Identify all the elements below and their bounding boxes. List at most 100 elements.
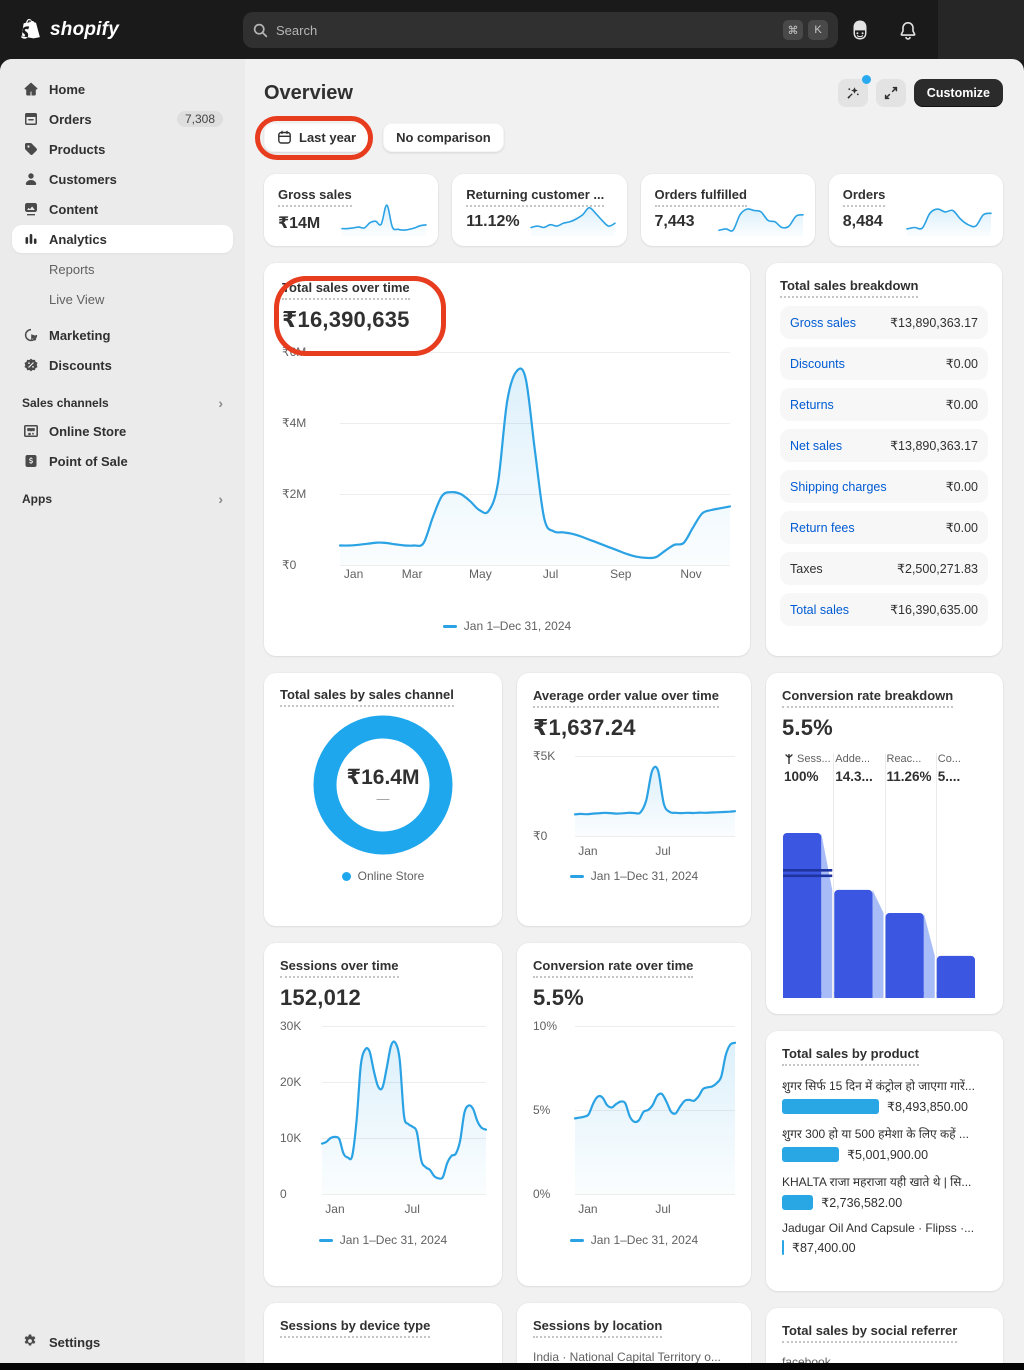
sidebar-item-label: Home bbox=[49, 81, 86, 97]
legend-line-marker bbox=[442, 624, 457, 628]
sidebar-item-point-of-sale[interactable]: Point of Sale bbox=[12, 447, 233, 475]
x-axis-labels: Jan Jul bbox=[325, 1202, 420, 1217]
sidebar-item-label: Marketing bbox=[49, 327, 111, 343]
sidebar-section-apps[interactable]: Apps › bbox=[22, 491, 223, 507]
sidebar-item-customers[interactable]: Customers bbox=[12, 165, 233, 193]
chart-title[interactable]: Total sales by product bbox=[782, 1046, 920, 1067]
product-bar bbox=[782, 1147, 840, 1163]
admin-frame: Home Orders 7,308 Products Customers Con… bbox=[0, 59, 1024, 1370]
store-switcher-area[interactable] bbox=[938, 0, 1024, 60]
content-icon bbox=[22, 200, 40, 218]
breakdown-link[interactable]: Shipping charges bbox=[790, 480, 887, 494]
legend-line-marker bbox=[569, 1238, 584, 1242]
breakdown-link[interactable]: Total sales bbox=[790, 603, 849, 617]
sidebar-item-marketing[interactable]: Marketing bbox=[12, 321, 233, 349]
insights-button[interactable] bbox=[837, 75, 871, 107]
section-label: Apps bbox=[22, 492, 52, 506]
conversion-funnel-chart: Sess... 100% Adde... 14.3... Reac... 11.… bbox=[782, 753, 987, 999]
legend-line-marker bbox=[318, 1238, 333, 1242]
sidebar-section-sales-channels[interactable]: Sales channels › bbox=[22, 395, 223, 411]
breakdown-link[interactable]: Net sales bbox=[790, 439, 842, 453]
home-icon bbox=[22, 80, 40, 98]
shopify-logo[interactable]: shopify bbox=[20, 17, 119, 44]
orders-count-badge: 7,308 bbox=[176, 111, 223, 127]
legend-label: Jan 1–Dec 31, 2024 bbox=[339, 1233, 448, 1248]
marketing-icon bbox=[22, 326, 40, 344]
conversion-rate-breakdown-card: Conversion rate breakdown 5.5% Sess... 1… bbox=[766, 673, 1003, 1014]
shopify-wordmark: shopify bbox=[50, 19, 119, 40]
breakdown-row: Shipping charges ₹0.00 bbox=[780, 470, 988, 504]
sidebar-item-orders[interactable]: Orders 7,308 bbox=[12, 105, 233, 133]
chart-title[interactable]: Sessions by device type bbox=[280, 1318, 431, 1339]
sidebar-item-live-view[interactable]: Live View bbox=[12, 285, 233, 313]
sidebar-item-label: Content bbox=[49, 201, 99, 217]
chart-title[interactable]: Conversion rate over time bbox=[533, 958, 694, 979]
conversion-breakdown-value: 5.5% bbox=[782, 715, 833, 741]
search-input[interactable]: Search ⌘ K bbox=[243, 12, 838, 48]
chart-title[interactable]: Total sales breakdown bbox=[780, 278, 919, 299]
channel-legend: Online Store bbox=[341, 869, 425, 884]
funnel-split-icon bbox=[784, 753, 794, 765]
y-axis-tick: ₹6M bbox=[282, 345, 307, 360]
sidebar-item-label: Reports bbox=[49, 261, 95, 277]
breakdown-link[interactable]: Return fees bbox=[790, 521, 855, 535]
chart-title[interactable]: Total sales over time bbox=[282, 280, 410, 301]
expand-button[interactable] bbox=[875, 79, 906, 107]
orders-sparkline bbox=[906, 202, 992, 236]
chart-title[interactable]: Total sales by sales channel bbox=[280, 687, 454, 708]
k-key-hint: K bbox=[808, 20, 828, 40]
chart-title[interactable]: Conversion rate breakdown bbox=[782, 688, 954, 709]
conversion-rate-line-chart bbox=[573, 1026, 737, 1195]
breakdown-link[interactable]: Discounts bbox=[790, 357, 845, 371]
chart-title[interactable]: Sessions by location bbox=[533, 1318, 663, 1339]
comparison-button[interactable]: No comparison bbox=[383, 123, 504, 152]
legend-label: Jan 1–Dec 31, 2024 bbox=[463, 619, 572, 634]
person-icon bbox=[22, 170, 40, 188]
sidebar-item-label: Live View bbox=[49, 291, 105, 307]
product-bar bbox=[782, 1240, 784, 1256]
customize-button[interactable]: Customize bbox=[913, 79, 1003, 107]
chevron-right-icon: › bbox=[218, 395, 223, 411]
metric-card-orders-fulfilled[interactable]: Orders fulfilled 7,443 bbox=[640, 174, 815, 246]
cmd-key-hint: ⌘ bbox=[783, 20, 803, 40]
breakdown-label: Taxes bbox=[790, 561, 823, 576]
sidebar-item-analytics[interactable]: Analytics bbox=[12, 225, 233, 253]
sidebar-item-label: Online Store bbox=[49, 423, 127, 439]
chart-title[interactable]: Total sales by social referrer bbox=[782, 1323, 958, 1344]
metric-title: Orders bbox=[842, 187, 886, 208]
sidebar-item-discounts[interactable]: Discounts bbox=[12, 351, 233, 379]
sessions-over-time-card: Sessions over time 152,012 30K 20K 10K 0 bbox=[264, 943, 502, 1286]
sales-by-product-card: Total sales by product शुगर सिर्फ 15 दिन… bbox=[766, 1031, 1003, 1291]
notifications-bell-icon[interactable] bbox=[898, 20, 918, 41]
sidebar-item-reports[interactable]: Reports bbox=[12, 255, 233, 283]
sidebar-item-products[interactable]: Products bbox=[12, 135, 233, 163]
sidebar-item-settings[interactable]: Settings bbox=[12, 1328, 233, 1356]
sidebar-item-content[interactable]: Content bbox=[12, 195, 233, 223]
metric-card-gross-sales[interactable]: Gross sales ₹14M bbox=[264, 174, 439, 246]
topbar: shopify Search ⌘ K bbox=[0, 0, 1024, 60]
sidebar-item-online-store[interactable]: Online Store bbox=[12, 417, 233, 445]
total-sales-line-chart bbox=[338, 352, 732, 566]
metric-card-returning-customer-rate[interactable]: Returning customer ... 11.12% bbox=[452, 174, 627, 246]
metric-card-orders[interactable]: Orders 8,484 bbox=[828, 174, 1003, 246]
orders-fulfilled-sparkline bbox=[717, 202, 804, 236]
total-sales-breakdown-card: Total sales breakdown Gross sales ₹13,890… bbox=[766, 263, 1002, 656]
aov-value: ₹1,637.24 bbox=[533, 715, 636, 741]
breakdown-row: Return fees ₹0.00 bbox=[780, 511, 988, 545]
profile-avatar-icon[interactable] bbox=[848, 18, 872, 42]
product-item: शुगर सिर्फ 15 दिन में कंट्रोल हो जाएगा ग… bbox=[782, 1079, 975, 1115]
legend-label: Online Store bbox=[357, 869, 425, 884]
chart-title[interactable]: Sessions over time bbox=[280, 958, 399, 979]
sidebar-item-label: Analytics bbox=[49, 231, 107, 247]
calendar-icon bbox=[277, 130, 292, 145]
discount-badge-icon bbox=[22, 356, 40, 374]
sidebar-item-label: Discounts bbox=[49, 357, 112, 373]
date-range-button[interactable]: Last year bbox=[264, 123, 370, 152]
sidebar-item-home[interactable]: Home bbox=[12, 75, 233, 103]
breakdown-link[interactable]: Gross sales bbox=[790, 316, 856, 330]
chart-title[interactable]: Average order value over time bbox=[533, 688, 719, 709]
breakdown-link[interactable]: Returns bbox=[790, 398, 834, 412]
breakdown-row: Gross sales ₹13,890,363.17 bbox=[780, 306, 988, 340]
x-axis-labels: Jan Jul bbox=[578, 1202, 671, 1217]
x-axis-labels: Jan Mar May Jul Sep Nov bbox=[343, 567, 702, 582]
